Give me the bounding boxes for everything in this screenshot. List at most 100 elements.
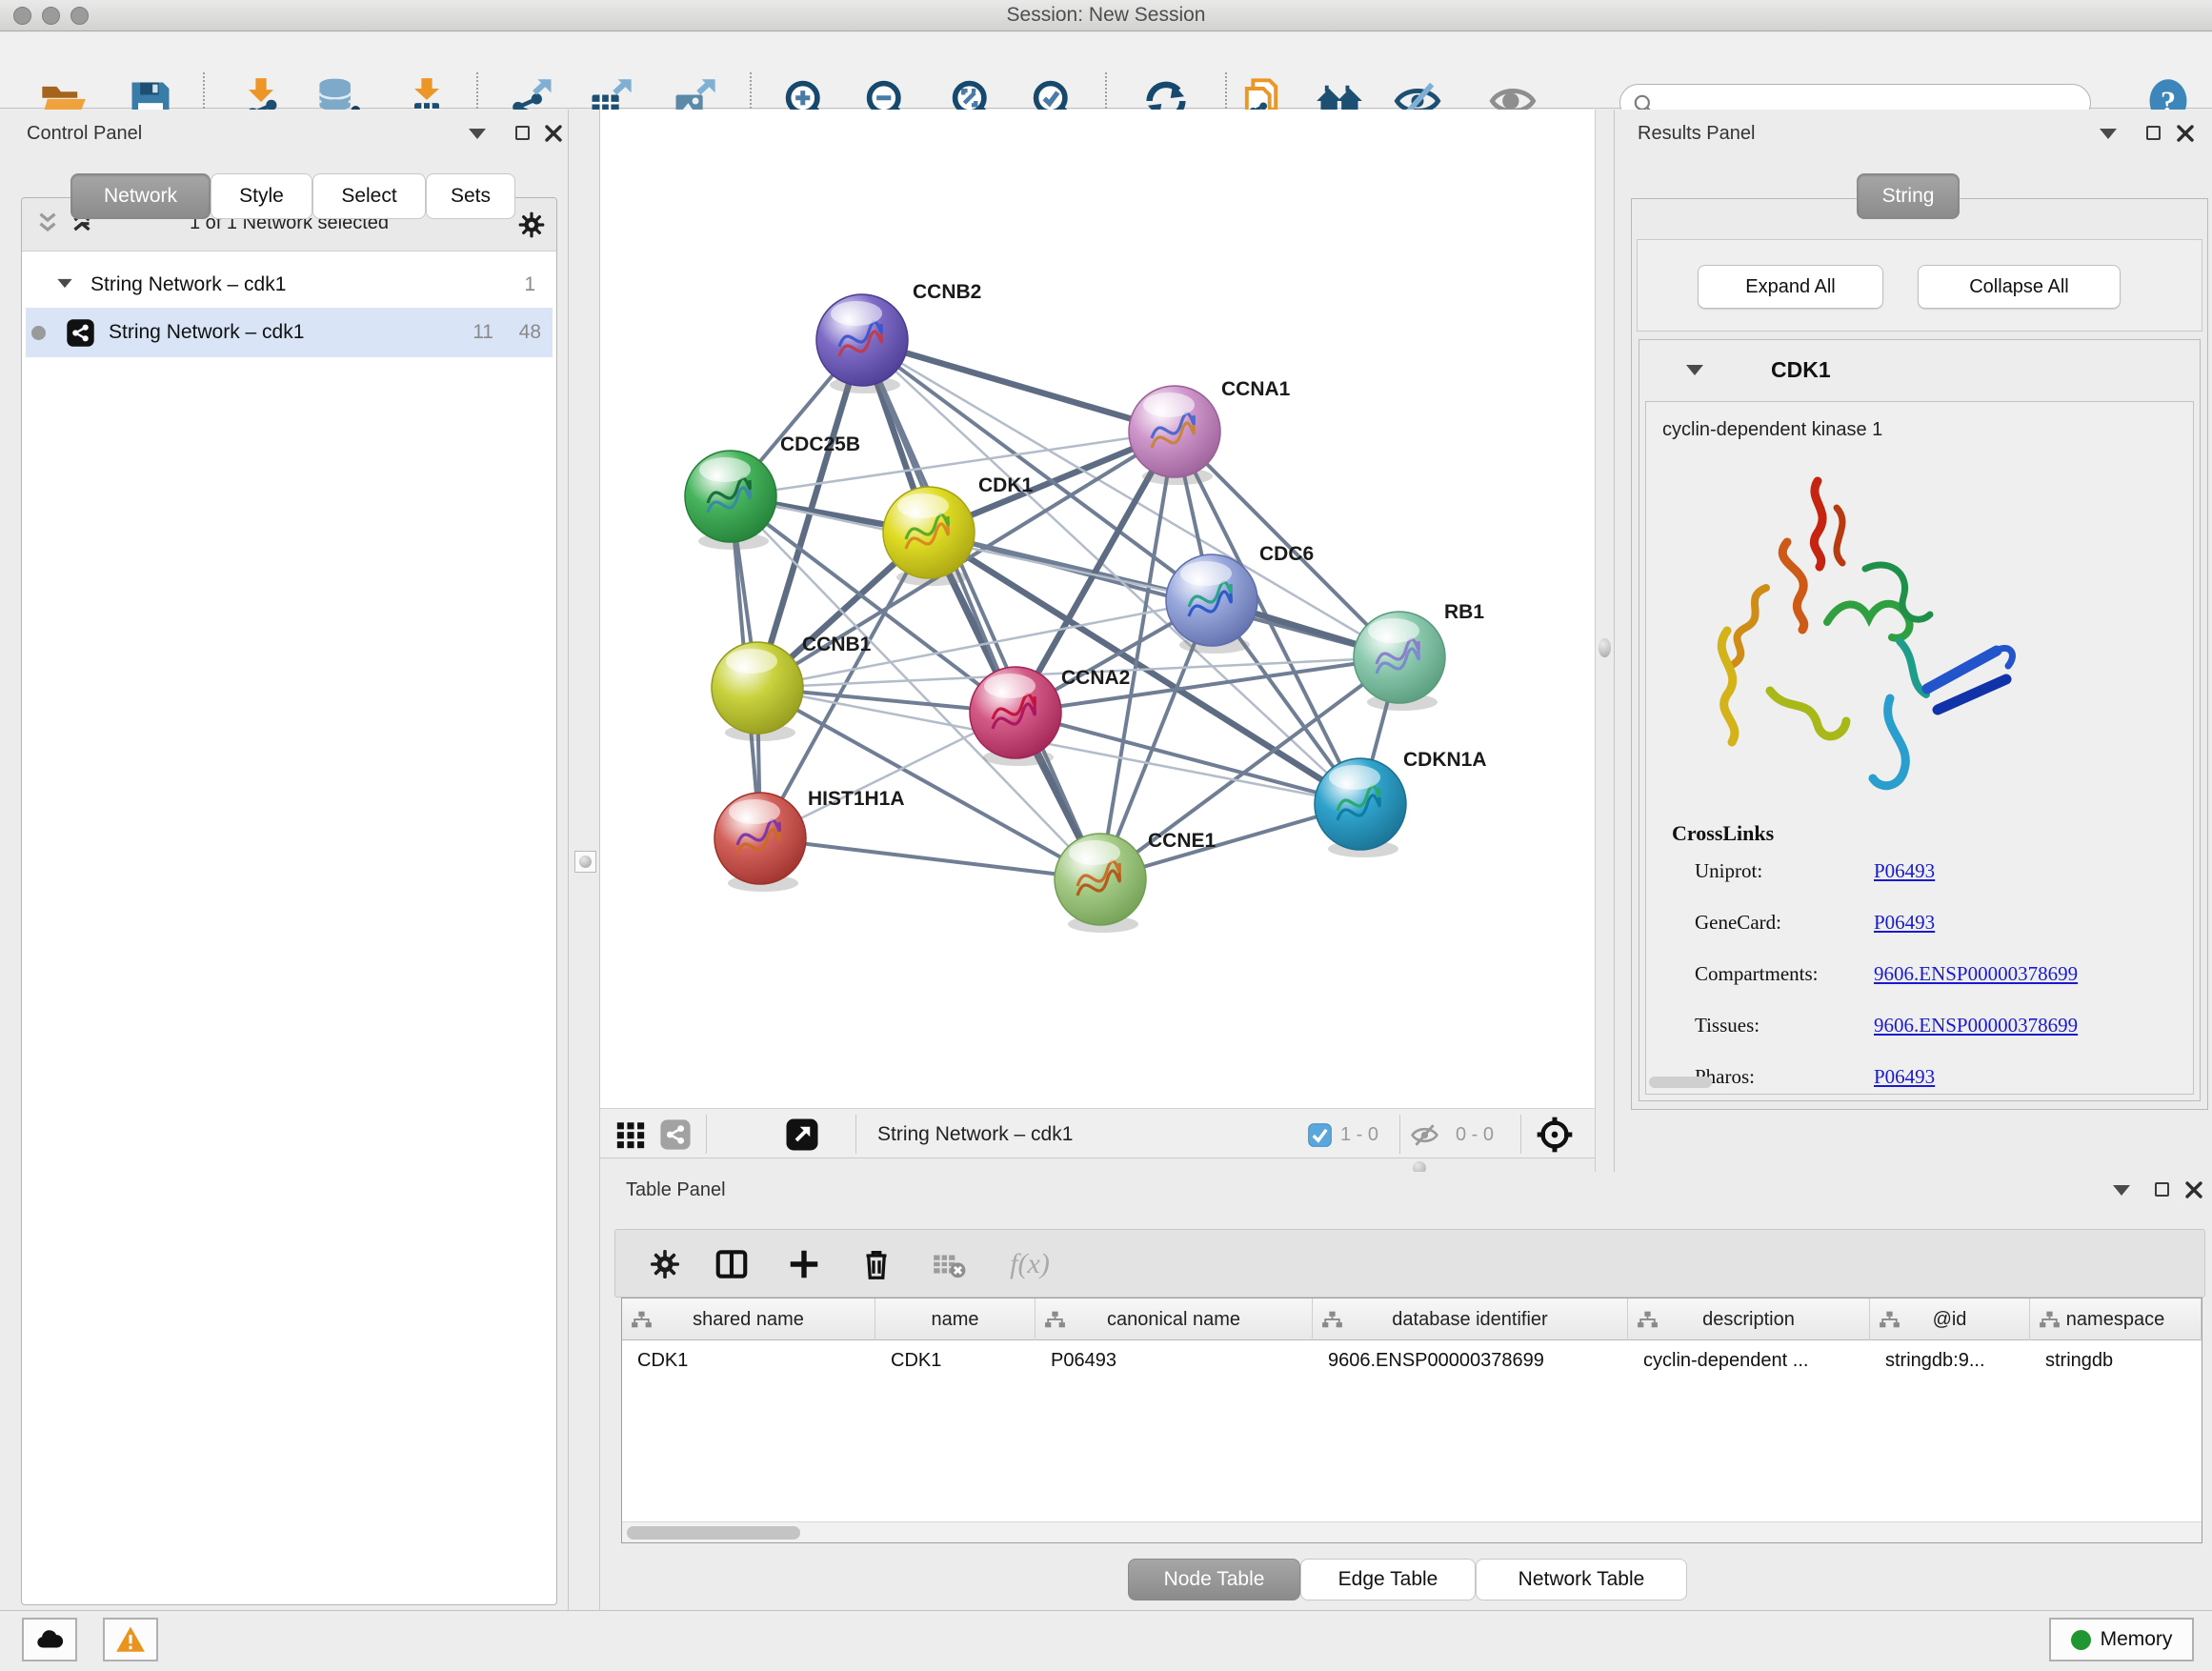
tab-select[interactable]: Select bbox=[312, 173, 426, 219]
selected-checkbox[interactable] bbox=[1307, 1117, 1333, 1152]
panel-menu-icon[interactable] bbox=[2100, 129, 2117, 139]
collection-count: 1 bbox=[524, 273, 535, 296]
node-label-RB1: RB1 bbox=[1444, 601, 1484, 623]
expand-all-button[interactable]: Expand All bbox=[1698, 265, 1883, 309]
delete-table-button[interactable] bbox=[930, 1245, 968, 1283]
table-cell[interactable]: P06493 bbox=[1036, 1340, 1313, 1381]
status-bar: Memory bbox=[0, 1610, 2212, 1671]
table-settings-button[interactable] bbox=[646, 1245, 684, 1283]
splitter-handle[interactable] bbox=[574, 851, 596, 873]
table-cell[interactable]: stringdb bbox=[2030, 1340, 2202, 1381]
create-column-button[interactable] bbox=[785, 1245, 823, 1283]
crosslink-link[interactable]: 9606.ENSP00000378699 bbox=[1874, 1014, 2078, 1037]
network-node-HIST1H1A[interactable]: HIST1H1A bbox=[714, 788, 905, 892]
edge-CCNB2-CCNA1[interactable] bbox=[862, 340, 1175, 432]
network-node-CDKN1A[interactable]: CDKN1A bbox=[1315, 749, 1487, 857]
checkbox-checked-icon bbox=[1307, 1122, 1333, 1148]
warnings-button[interactable] bbox=[103, 1618, 158, 1661]
detach-view-button[interactable] bbox=[785, 1117, 819, 1152]
columns-icon bbox=[714, 1246, 750, 1282]
table-cell[interactable]: CDK1 bbox=[875, 1340, 1036, 1381]
scrollbar-thumb[interactable] bbox=[627, 1526, 800, 1540]
table-cell[interactable]: cyclin-dependent ... bbox=[1628, 1340, 1870, 1381]
expand-collapse-bar: Expand All Collapse All bbox=[1637, 239, 2202, 332]
tab-node-table[interactable]: Node Table bbox=[1128, 1559, 1300, 1601]
network-node-RB1[interactable]: RB1 bbox=[1354, 601, 1484, 711]
cloud-button[interactable] bbox=[22, 1618, 77, 1661]
network-edge-count: 48 bbox=[519, 321, 541, 344]
column-header-canonical-name[interactable]: canonical name bbox=[1036, 1299, 1313, 1340]
protein-section-header[interactable]: CDK1 bbox=[1639, 340, 2200, 401]
gear-icon[interactable] bbox=[516, 210, 547, 240]
memory-button[interactable]: Memory bbox=[2049, 1618, 2194, 1661]
crosslink-link[interactable]: P06493 bbox=[1874, 911, 1935, 935]
toolbar-separator bbox=[706, 1115, 707, 1154]
network-node-count: 11 bbox=[473, 321, 493, 344]
column-header-database-identifier[interactable]: database identifier bbox=[1313, 1299, 1628, 1340]
toolbar-separator bbox=[855, 1115, 856, 1154]
hidden-node-edge-counts: 0 - 0 bbox=[1456, 1117, 1494, 1152]
panel-menu-icon[interactable] bbox=[469, 129, 486, 139]
right-splitter[interactable] bbox=[1595, 110, 1615, 1172]
section-expander-icon[interactable] bbox=[1686, 365, 1703, 375]
crosslink-row: Uniprot:P06493 bbox=[1646, 859, 2193, 888]
birds-eye-view-button[interactable] bbox=[614, 1117, 647, 1152]
string-network-graph[interactable]: CCNB2CCNA1CDC25BCDK1CDC6RB1CCNB1CCNA2CDK… bbox=[600, 110, 1595, 1108]
panel-close-icon[interactable] bbox=[2183, 1179, 2204, 1200]
table-row[interactable]: CDK1CDK1P064939606.ENSP00000378699cyclin… bbox=[622, 1340, 2202, 1381]
column-header-shared-name[interactable]: shared name bbox=[622, 1299, 875, 1340]
column-header-description[interactable]: description bbox=[1628, 1299, 1870, 1340]
node-label-CDC25B: CDC25B bbox=[780, 433, 860, 455]
table-horizontal-scrollbar[interactable] bbox=[622, 1521, 2202, 1542]
network-badge-icon bbox=[66, 318, 95, 348]
collapse-all-button[interactable]: Collapse All bbox=[1918, 265, 2121, 309]
crosslinks-title: CrossLinks bbox=[1672, 821, 1774, 846]
network-row-selected[interactable]: String Network – cdk1 11 48 bbox=[26, 308, 553, 357]
network-node-CCNB2[interactable]: CCNB2 bbox=[816, 281, 981, 393]
column-header-name[interactable]: name bbox=[875, 1299, 1036, 1340]
table-cell[interactable]: CDK1 bbox=[622, 1340, 875, 1381]
protein-section: CDK1 cyclin-dependent kinase 1 bbox=[1639, 339, 2201, 1101]
crosslink-link[interactable]: 9606.ENSP00000378699 bbox=[1874, 962, 2078, 986]
network-list-box: 1 of 1 Network selected String Network –… bbox=[21, 197, 557, 1605]
function-builder-button[interactable]: f(x) bbox=[996, 1245, 1063, 1283]
tab-network-table[interactable]: Network Table bbox=[1476, 1559, 1687, 1601]
horizontal-scrollbar-thumb[interactable] bbox=[1649, 1077, 1712, 1088]
tab-sets[interactable]: Sets bbox=[426, 173, 515, 219]
delete-column-button[interactable] bbox=[857, 1245, 895, 1283]
left-splitter[interactable] bbox=[569, 110, 600, 1610]
panel-close-icon[interactable] bbox=[2175, 123, 2196, 144]
tab-network[interactable]: Network bbox=[70, 173, 211, 219]
panel-float-icon[interactable] bbox=[2146, 126, 2161, 140]
panel-close-icon[interactable] bbox=[543, 123, 564, 144]
tab-edge-table[interactable]: Edge Table bbox=[1300, 1559, 1476, 1601]
column-hierarchy-icon bbox=[2038, 1310, 2061, 1331]
panel-menu-icon[interactable] bbox=[2113, 1185, 2130, 1196]
eye-slash-gray-icon bbox=[1410, 1120, 1439, 1150]
tree-expander-icon[interactable] bbox=[57, 279, 71, 288]
table-cell[interactable]: 9606.ENSP00000378699 bbox=[1313, 1340, 1628, 1381]
column-header--id[interactable]: @id bbox=[1870, 1299, 2030, 1340]
network-canvas[interactable]: CCNB2CCNA1CDC25BCDK1CDC6RB1CCNB1CCNA2CDK… bbox=[600, 110, 1595, 1108]
network-node-CCNE1[interactable]: CCNE1 bbox=[1055, 830, 1217, 933]
column-header-namespace[interactable]: namespace bbox=[2030, 1299, 2202, 1340]
network-node-CCNA2[interactable]: CCNA2 bbox=[970, 667, 1130, 766]
fit-selected-button[interactable] bbox=[1536, 1117, 1574, 1152]
network-node-CCNB1[interactable]: CCNB1 bbox=[712, 634, 872, 741]
network-view-toolbar: String Network – cdk1 1 - 0 0 - 0 bbox=[600, 1108, 1595, 1158]
splitter-handle[interactable] bbox=[1599, 638, 1611, 657]
panel-float-icon[interactable] bbox=[2155, 1182, 2169, 1197]
node-label-CCNA1: CCNA1 bbox=[1221, 378, 1291, 400]
edge-HIST1H1A-CCNE1[interactable] bbox=[760, 838, 1100, 879]
crosslink-link[interactable]: P06493 bbox=[1874, 1065, 1935, 1089]
table-cell[interactable]: stringdb:9... bbox=[1870, 1340, 2030, 1381]
network-overview-button[interactable] bbox=[659, 1117, 692, 1152]
network-node-CDC25B[interactable]: CDC25B bbox=[685, 433, 860, 550]
tab-string[interactable]: String bbox=[1857, 173, 1960, 219]
cloud-icon bbox=[33, 1623, 66, 1656]
network-collection-row[interactable]: String Network – cdk1 1 bbox=[26, 263, 553, 308]
show-columns-button[interactable] bbox=[713, 1245, 751, 1283]
tab-style[interactable]: Style bbox=[211, 173, 312, 219]
panel-float-icon[interactable] bbox=[515, 126, 530, 140]
crosslink-link[interactable]: P06493 bbox=[1874, 859, 1935, 883]
